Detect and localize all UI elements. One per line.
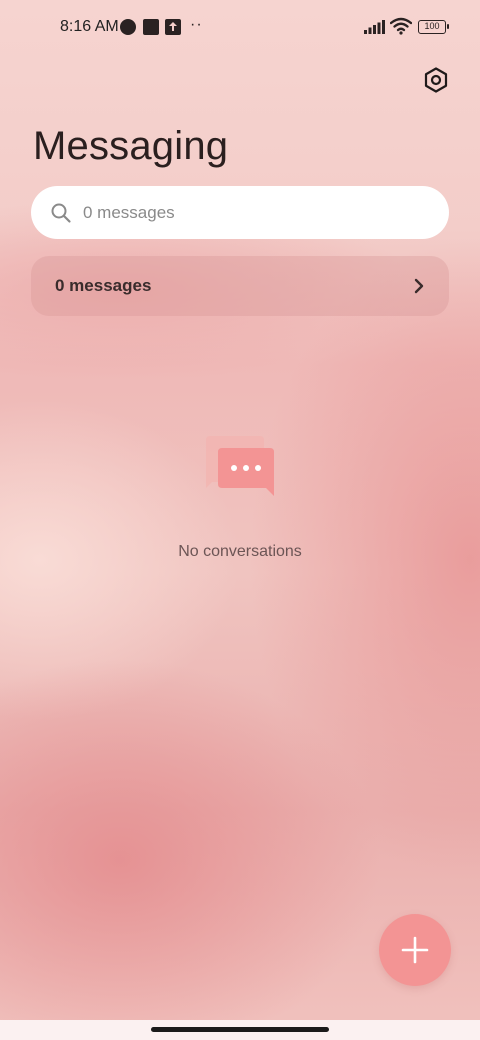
status-bar: 8:16 AM ·· 100 (0, 0, 480, 56)
plus-icon (401, 936, 429, 964)
search-bar[interactable] (31, 186, 449, 239)
navigation-bar (0, 1020, 480, 1040)
home-indicator[interactable] (151, 1027, 329, 1032)
settings-hexagon-icon (424, 67, 448, 93)
messages-card[interactable]: 0 messages (31, 256, 449, 316)
new-conversation-button[interactable] (379, 914, 451, 986)
settings-button[interactable] (420, 64, 452, 96)
chevron-right-icon (414, 278, 424, 294)
chat-bubbles-icon (206, 436, 274, 496)
more-dots-icon: ·· (190, 16, 203, 33)
empty-state-text: No conversations (178, 543, 302, 560)
status-time: 8:16 AM (60, 18, 119, 35)
square-icon (143, 19, 159, 35)
search-input[interactable] (83, 202, 383, 223)
page-title: Messaging (33, 124, 229, 168)
wifi-icon (389, 17, 413, 35)
search-icon (51, 203, 71, 223)
signal-icon (364, 20, 386, 34)
notification-icon (120, 19, 136, 35)
messages-card-label: 0 messages (55, 276, 152, 295)
upload-icon (165, 19, 181, 35)
battery-icon: 100 (418, 20, 449, 34)
